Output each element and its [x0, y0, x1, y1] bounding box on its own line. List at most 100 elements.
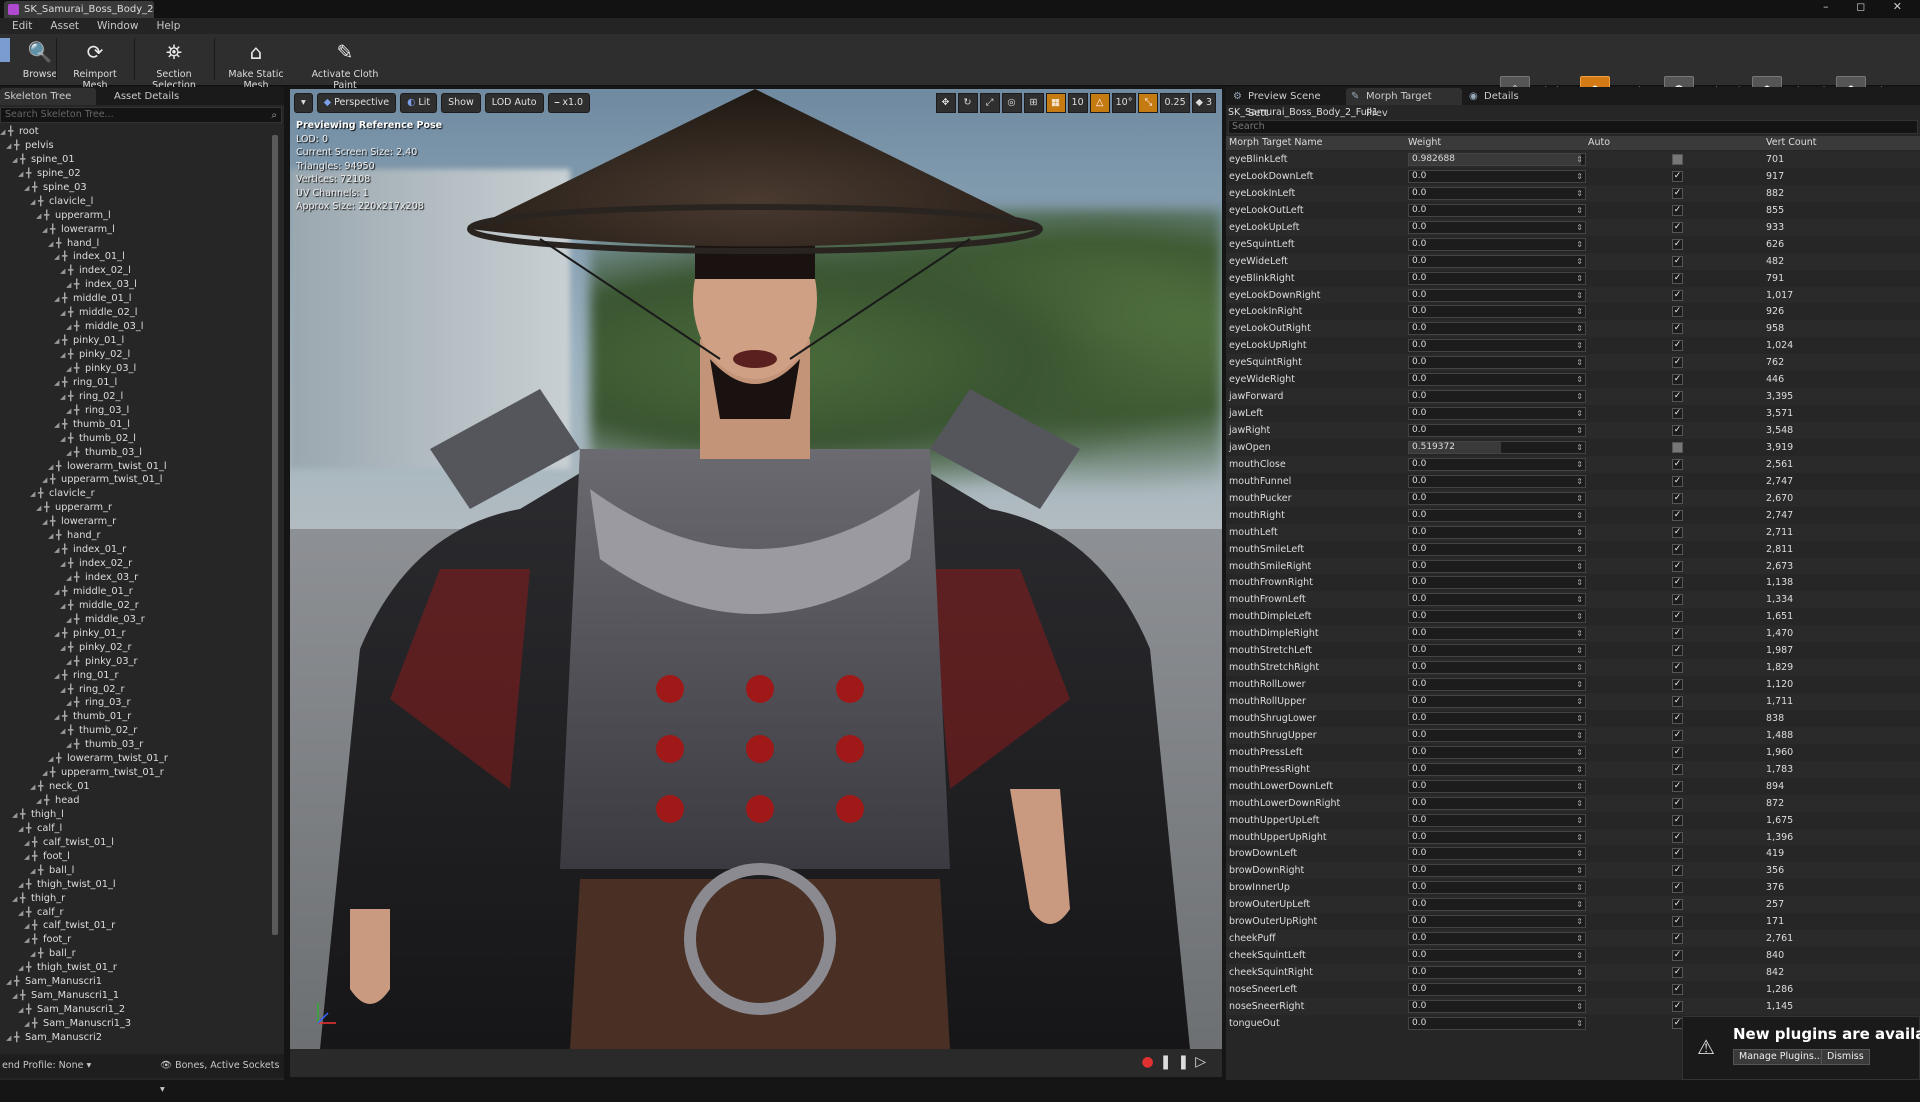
tree-row[interactable]: ◢ ╋ pinky_03_r	[0, 655, 272, 669]
expand-arrow-icon[interactable]: ◢	[30, 947, 38, 961]
bone-filter-dropdown[interactable]: 👁 Bones, Active Sockets ▾	[160, 1054, 284, 1102]
spinner-icon[interactable]: ⇕	[1576, 730, 1583, 741]
viewport-tool-5[interactable]: ▦	[1045, 93, 1066, 113]
tree-row[interactable]: ◢ ╋ thumb_01_l	[0, 418, 272, 432]
expand-arrow-icon[interactable]: ◢	[60, 641, 68, 655]
viewport-tool-0[interactable]: ✥	[935, 93, 956, 113]
auto-checkbox[interactable]: ✓	[1672, 391, 1683, 403]
auto-checkbox[interactable]: ✓	[1672, 899, 1683, 911]
expand-arrow-icon[interactable]: ◢	[24, 850, 32, 864]
viewport-tool-9[interactable]: ⤡	[1138, 93, 1159, 113]
spinner-icon[interactable]: ⇕	[1576, 916, 1583, 927]
tree-row[interactable]: ◢ ╋ ring_01_r	[0, 669, 272, 683]
tree-row[interactable]: ◢ ╋ middle_02_l	[0, 306, 272, 320]
tree-row[interactable]: ◢ ╋ hand_l	[0, 237, 272, 251]
tree-row[interactable]: ◢ ╋ middle_03_r	[0, 613, 272, 627]
weight-slider[interactable]: 0.0 ⇕	[1408, 966, 1586, 979]
spinner-icon[interactable]: ⇕	[1576, 950, 1583, 961]
auto-checkbox[interactable]	[1672, 441, 1683, 453]
tree-row[interactable]: ◢ ╋ clavicle_r	[0, 487, 272, 501]
auto-checkbox[interactable]: ✓	[1672, 882, 1683, 894]
tree-row[interactable]: ◢ ╋ index_03_r	[0, 571, 272, 585]
spinner-icon[interactable]: ⇕	[1576, 306, 1583, 317]
blend-profile-dropdown[interactable]: end Profile: None ▾	[2, 1054, 91, 1078]
expand-arrow-icon[interactable]: ◢	[36, 794, 44, 808]
expand-arrow-icon[interactable]: ◢	[66, 404, 74, 418]
expand-arrow-icon[interactable]: ◢	[12, 989, 20, 1003]
weight-slider[interactable]: 0.0 ⇕	[1408, 407, 1586, 421]
tree-row[interactable]: ◢ ╋ thumb_02_r	[0, 724, 272, 738]
spinner-icon[interactable]: ⇕	[1576, 848, 1583, 859]
expand-arrow-icon[interactable]: ◢	[60, 264, 68, 278]
tree-row[interactable]: ◢ ╋ spine_03	[0, 181, 272, 195]
auto-checkbox[interactable]: ✓	[1672, 340, 1683, 352]
spinner-icon[interactable]: ⇕	[1576, 459, 1583, 470]
spinner-icon[interactable]: ⇕	[1576, 154, 1583, 165]
tree-row[interactable]: ◢ ╋ root	[0, 125, 272, 139]
spinner-icon[interactable]: ⇕	[1576, 273, 1583, 284]
auto-checkbox[interactable]: ✓	[1672, 729, 1683, 741]
weight-slider[interactable]: 0.0 ⇕	[1408, 271, 1586, 285]
auto-checkbox[interactable]: ✓	[1672, 746, 1683, 758]
expand-arrow-icon[interactable]: ◢	[66, 278, 74, 292]
tree-row[interactable]: ◢ ╋ pinky_01_r	[0, 627, 272, 641]
tree-row[interactable]: ◢ ╋ index_01_l	[0, 250, 272, 264]
tree-row[interactable]: ◢ ╋ calf_twist_01_r	[0, 919, 272, 933]
section-selection-button[interactable]: ⛯ Section Selection	[136, 36, 212, 91]
tree-row[interactable]: ◢ ╋ index_01_r	[0, 543, 272, 557]
auto-checkbox[interactable]: ✓	[1672, 272, 1683, 284]
expand-arrow-icon[interactable]: ◢	[24, 933, 32, 947]
spinner-icon[interactable]: ⇕	[1576, 967, 1583, 978]
spinner-icon[interactable]: ⇕	[1576, 205, 1583, 216]
auto-checkbox[interactable]: ✓	[1672, 475, 1683, 487]
weight-slider[interactable]: 0.0 ⇕	[1408, 339, 1586, 353]
auto-checkbox[interactable]: ✓	[1672, 865, 1683, 877]
spinner-icon[interactable]: ⇕	[1576, 188, 1583, 199]
expand-arrow-icon[interactable]: ◢	[66, 696, 74, 710]
pause-button[interactable]: ❚❚	[1160, 1054, 1195, 1070]
auto-checkbox[interactable]: ✓	[1672, 831, 1683, 843]
weight-slider[interactable]: 0.0 ⇕	[1408, 813, 1586, 827]
spinner-icon[interactable]: ⇕	[1576, 442, 1583, 453]
tree-row[interactable]: ◢ ╋ thigh_l	[0, 808, 272, 822]
auto-checkbox[interactable]: ✓	[1672, 983, 1683, 995]
tree-row[interactable]: ◢ ╋ pinky_02_l	[0, 348, 272, 362]
auto-checkbox[interactable]: ✓	[1672, 306, 1683, 318]
expand-arrow-icon[interactable]: ◢	[6, 139, 14, 153]
weight-slider[interactable]: 0.0 ⇕	[1408, 576, 1586, 590]
weight-slider[interactable]: 0.0 ⇕	[1408, 915, 1586, 929]
expand-arrow-icon[interactable]: ◢	[12, 892, 20, 906]
auto-checkbox[interactable]: ✓	[1672, 374, 1683, 386]
tree-row[interactable]: ◢ ╋ Sam_Manuscri1	[0, 975, 272, 989]
expand-arrow-icon[interactable]: ◢	[42, 223, 50, 237]
weight-slider[interactable]: 0.0 ⇕	[1408, 847, 1586, 861]
step-forward-button[interactable]: ▷	[1195, 1054, 1212, 1070]
menu-edit[interactable]: Edit	[12, 18, 32, 34]
spinner-icon[interactable]: ⇕	[1576, 340, 1583, 351]
tree-row[interactable]: ◢ ╋ neck_01	[0, 780, 272, 794]
spinner-icon[interactable]: ⇕	[1576, 713, 1583, 724]
spinner-icon[interactable]: ⇕	[1576, 798, 1583, 809]
tree-row[interactable]: ◢ ╋ foot_r	[0, 933, 272, 947]
manage-plugins-button[interactable]: Manage Plugins...	[1733, 1049, 1829, 1065]
expand-arrow-icon[interactable]: ◢	[36, 209, 44, 223]
expand-arrow-icon[interactable]: ◢	[18, 878, 26, 892]
weight-slider[interactable]: 0.0 ⇕	[1408, 779, 1586, 793]
weight-slider[interactable]: 0.0 ⇕	[1408, 661, 1586, 675]
tree-row[interactable]: ◢ ╋ ring_01_l	[0, 376, 272, 390]
tree-row[interactable]: ◢ ╋ ring_03_r	[0, 696, 272, 710]
spinner-icon[interactable]: ⇕	[1576, 832, 1583, 843]
tree-row[interactable]: ◢ ╋ ring_03_l	[0, 404, 272, 418]
weight-slider[interactable]: 0.0 ⇕	[1408, 491, 1586, 505]
expand-arrow-icon[interactable]: ◢	[24, 1017, 32, 1031]
expand-arrow-icon[interactable]: ◢	[54, 250, 62, 264]
expand-arrow-icon[interactable]: ◢	[54, 292, 62, 306]
spinner-icon[interactable]: ⇕	[1576, 239, 1583, 250]
auto-checkbox[interactable]: ✓	[1672, 357, 1683, 369]
weight-slider[interactable]: 0.0 ⇕	[1408, 525, 1586, 539]
spinner-icon[interactable]: ⇕	[1576, 882, 1583, 893]
expand-arrow-icon[interactable]: ◢	[60, 683, 68, 697]
auto-checkbox[interactable]: ✓	[1672, 577, 1683, 589]
tree-row[interactable]: ◢ ╋ lowerarm_l	[0, 223, 272, 237]
tree-row[interactable]: ◢ ╋ pelvis	[0, 139, 272, 153]
